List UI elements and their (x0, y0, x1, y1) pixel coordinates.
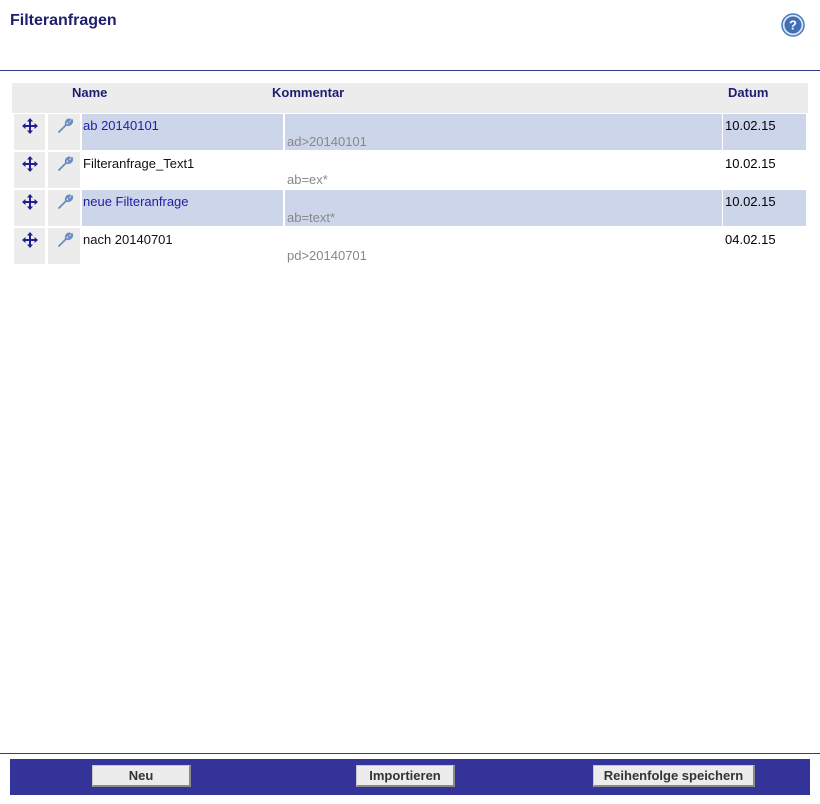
svg-text:?: ? (789, 18, 797, 33)
move-icon[interactable] (22, 118, 38, 134)
column-header-date[interactable]: Datum (728, 85, 768, 100)
filter-table: Name Kommentar Datum ab 20140101 ad>2014… (12, 83, 808, 266)
filter-name-link[interactable]: ab 20140101 (83, 118, 159, 133)
move-cell (14, 228, 45, 264)
page-title: Filteranfragen (10, 12, 117, 29)
footer-toolbar: Neu Importieren Reihenfolge speichern (10, 759, 810, 795)
name-cell: nach 20140701 (82, 228, 283, 264)
table-row: Filteranfrage_Text1 ab=ex* 10.02.15 (12, 152, 808, 190)
filter-date: 04.02.15 (725, 232, 776, 247)
move-cell (14, 152, 45, 188)
filter-date: 10.02.15 (725, 118, 776, 133)
name-cell: ab 20140101 (82, 114, 283, 150)
new-button[interactable]: Neu (92, 765, 191, 787)
wrench-icon[interactable] (56, 154, 74, 172)
save-order-button[interactable]: Reihenfolge speichern (593, 765, 755, 787)
move-icon[interactable] (22, 232, 38, 248)
move-icon[interactable] (22, 194, 38, 210)
column-header-name[interactable]: Name (72, 85, 107, 100)
edit-cell (48, 190, 80, 226)
name-cell: Filteranfrage_Text1 (82, 152, 283, 188)
comment-cell: ab=text* (285, 190, 722, 226)
filter-comment: ad>20140101 (287, 134, 367, 149)
table-row: nach 20140701 pd>20140701 04.02.15 (12, 228, 808, 266)
move-icon[interactable] (22, 156, 38, 172)
table-row: ab 20140101 ad>20140101 10.02.15 (12, 114, 808, 152)
wrench-icon[interactable] (56, 116, 74, 134)
filter-date: 10.02.15 (725, 194, 776, 209)
header-divider (0, 70, 820, 71)
date-cell: 10.02.15 (723, 152, 806, 188)
filter-name[interactable]: Filteranfrage_Text1 (83, 156, 194, 171)
help-icon[interactable]: ? (781, 13, 805, 37)
filter-comment: ab=text* (287, 210, 336, 225)
filter-comment: ab=ex* (287, 172, 328, 187)
filter-comment: pd>20140701 (287, 248, 367, 263)
filter-name-link[interactable]: neue Filteranfrage (83, 194, 189, 209)
column-header-comment[interactable]: Kommentar (272, 85, 344, 100)
table-header: Name Kommentar Datum (12, 83, 808, 113)
import-button[interactable]: Importieren (356, 765, 455, 787)
edit-cell (48, 152, 80, 188)
filter-name[interactable]: nach 20140701 (83, 232, 173, 247)
filter-date: 10.02.15 (725, 156, 776, 171)
move-cell (14, 190, 45, 226)
date-cell: 04.02.15 (723, 228, 806, 264)
comment-cell: ab=ex* (285, 152, 722, 188)
edit-cell (48, 114, 80, 150)
edit-cell (48, 228, 80, 264)
comment-cell: ad>20140101 (285, 114, 722, 150)
date-cell: 10.02.15 (723, 114, 806, 150)
wrench-icon[interactable] (56, 192, 74, 210)
table-row: neue Filteranfrage ab=text* 10.02.15 (12, 190, 808, 228)
comment-cell: pd>20140701 (285, 228, 722, 264)
wrench-icon[interactable] (56, 230, 74, 248)
date-cell: 10.02.15 (723, 190, 806, 226)
move-cell (14, 114, 45, 150)
name-cell: neue Filteranfrage (82, 190, 283, 226)
footer-divider (0, 753, 820, 754)
